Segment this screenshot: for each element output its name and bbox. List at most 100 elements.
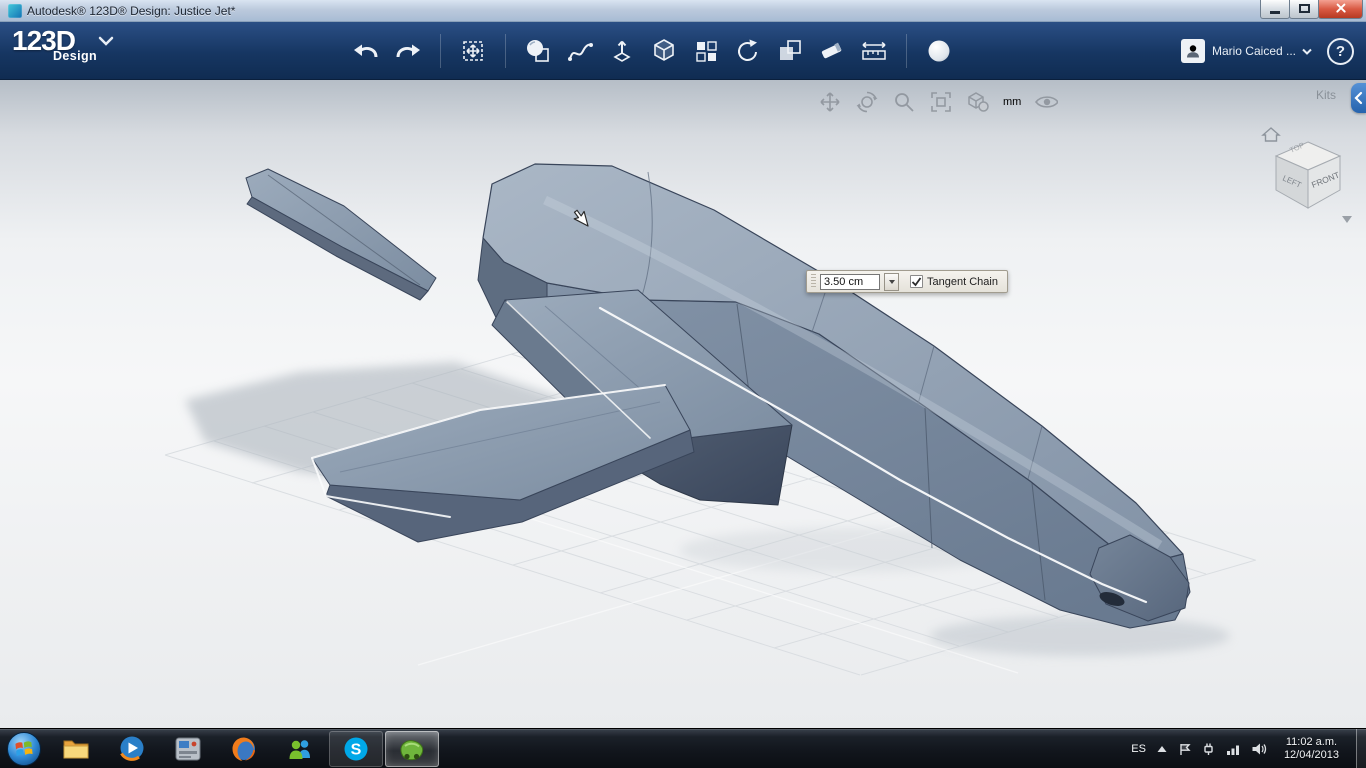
tangent-chain-label: Tangent Chain <box>927 275 998 288</box>
magnet-icon <box>821 42 842 59</box>
show-desktop-button[interactable] <box>1356 728 1366 768</box>
viewport-canvas[interactable] <box>0 80 1366 728</box>
power-plug-icon <box>1204 743 1213 755</box>
panel-collapse-tab[interactable] <box>1351 83 1366 113</box>
units-button[interactable]: mm <box>1003 96 1021 108</box>
brand-logo[interactable]: 123D Design <box>12 27 142 63</box>
viewcube-cube[interactable]: TOP LEFT FRONT <box>1274 140 1342 209</box>
network-signal-icon <box>1226 745 1239 755</box>
combine-tool-button[interactable] <box>772 33 808 69</box>
person-icon <box>1186 45 1199 58</box>
app-window-icon <box>8 3 22 18</box>
network-button[interactable] <box>1226 742 1241 756</box>
help-button[interactable]: ? <box>1327 37 1354 65</box>
3d-viewport[interactable]: mm Kits TOP LEFT FRONT 3.50 cm Tangent C… <box>0 80 1366 728</box>
maximize-icon <box>1298 4 1310 13</box>
taskbar-app-explorer[interactable] <box>49 731 103 767</box>
home-icon[interactable] <box>1261 127 1281 142</box>
design-tool-icon <box>175 737 201 760</box>
extrude-icon <box>613 40 631 62</box>
toolbar-separator <box>906 34 907 68</box>
zoom-button[interactable] <box>892 90 916 114</box>
caret-up-icon <box>1157 745 1167 752</box>
flag-icon <box>1180 743 1191 755</box>
language-indicator[interactable]: ES <box>1131 743 1146 755</box>
window-titlebar: Autodesk® 123D® Design: Justice Jet* <box>0 0 1366 22</box>
toolbar-separator <box>440 34 441 68</box>
taskbar-app-skype[interactable]: S <box>329 730 383 767</box>
dimension-dropdown-button[interactable] <box>884 272 899 291</box>
zoom-icon <box>895 93 914 112</box>
pattern-tool-button[interactable] <box>688 33 724 69</box>
taskbar-clock[interactable]: 11:02 a.m. 12/04/2013 <box>1284 736 1339 762</box>
desktop-screen: Autodesk® 123D® Design: Justice Jet* 123… <box>0 0 1366 768</box>
revolve-icon <box>738 39 757 61</box>
dimension-popup: Tangent Chain <box>806 270 1008 293</box>
fit-icon <box>931 92 951 112</box>
brand-menu-chevron-icon[interactable] <box>98 34 114 52</box>
viewcube-menu-chevron-icon[interactable] <box>1342 216 1352 223</box>
extrude-tool-button[interactable] <box>604 33 640 69</box>
user-account-area[interactable]: Mario Caiced ... ? <box>1180 22 1354 80</box>
visibility-button[interactable] <box>1034 90 1059 114</box>
combine-icon <box>780 40 801 60</box>
taskbar-app-media-player[interactable] <box>105 731 159 767</box>
construct-tool-button[interactable] <box>646 33 682 69</box>
kits-panel-label: Kits <box>1315 88 1336 102</box>
close-icon <box>1334 2 1348 15</box>
start-button[interactable] <box>0 729 48 768</box>
material-sphere-icon <box>928 40 950 62</box>
user-menu-chevron-icon[interactable] <box>1301 47 1313 56</box>
maximize-button[interactable] <box>1289 0 1319 19</box>
transform-tool-button[interactable] <box>455 33 491 69</box>
folder-icon <box>63 740 89 758</box>
app-header: 123D Design Mario Caiced ... ? <box>0 22 1366 80</box>
taskbar-app-123d[interactable] <box>385 730 439 767</box>
messenger-icon <box>289 739 310 759</box>
fit-view-button[interactable] <box>929 90 953 114</box>
sketch-tool-button[interactable] <box>562 33 598 69</box>
primitives-tool-button[interactable] <box>520 33 556 69</box>
primitives-icon <box>527 40 549 62</box>
jet-detached-wing <box>245 168 437 301</box>
material-tool-button[interactable] <box>921 33 957 69</box>
user-name: Mario Caiced ... <box>1211 44 1296 58</box>
revolve-tool-button[interactable] <box>730 33 766 69</box>
main-toolbar <box>345 22 960 80</box>
transform-icon <box>463 41 483 61</box>
display-style-icon <box>968 92 989 112</box>
windows-start-icon <box>7 731 41 766</box>
taskbar-app-messenger[interactable] <box>273 731 327 767</box>
power-button[interactable] <box>1201 741 1216 756</box>
undo-icon <box>354 44 378 58</box>
taskbar-app-design-tool[interactable] <box>161 731 215 767</box>
pan-button[interactable] <box>818 90 842 114</box>
popup-drag-handle[interactable] <box>811 274 816 289</box>
close-button[interactable] <box>1318 0 1363 19</box>
action-center-button[interactable] <box>1178 742 1191 756</box>
redo-button[interactable] <box>390 33 426 69</box>
orbit-icon <box>856 91 878 113</box>
tangent-chain-checkbox[interactable] <box>910 275 923 288</box>
minimize-button[interactable] <box>1260 0 1290 19</box>
window-title: Autodesk® 123D® Design: Justice Jet* <box>27 3 236 18</box>
viewcube[interactable]: TOP LEFT FRONT <box>1260 124 1356 228</box>
caret-down-icon <box>888 279 895 284</box>
taskbar-app-firefox[interactable] <box>217 731 271 767</box>
media-player-icon <box>120 736 144 761</box>
pattern-icon <box>696 41 717 62</box>
dimension-input[interactable] <box>820 273 880 290</box>
firefox-icon <box>232 737 255 761</box>
clock-date: 12/04/2013 <box>1283 748 1339 761</box>
speaker-icon <box>1252 743 1267 754</box>
orbit-button[interactable] <box>855 90 879 114</box>
undo-button[interactable] <box>348 33 384 69</box>
volume-button[interactable] <box>1251 742 1267 756</box>
display-style-button[interactable] <box>966 90 990 114</box>
measure-tool-button[interactable] <box>856 33 892 69</box>
redo-icon <box>396 44 420 58</box>
viewport-nav-toolbar: mm <box>818 90 1059 114</box>
snap-tool-button[interactable] <box>814 33 850 69</box>
pan-icon <box>820 92 840 112</box>
hidden-icons-button[interactable] <box>1156 744 1168 754</box>
